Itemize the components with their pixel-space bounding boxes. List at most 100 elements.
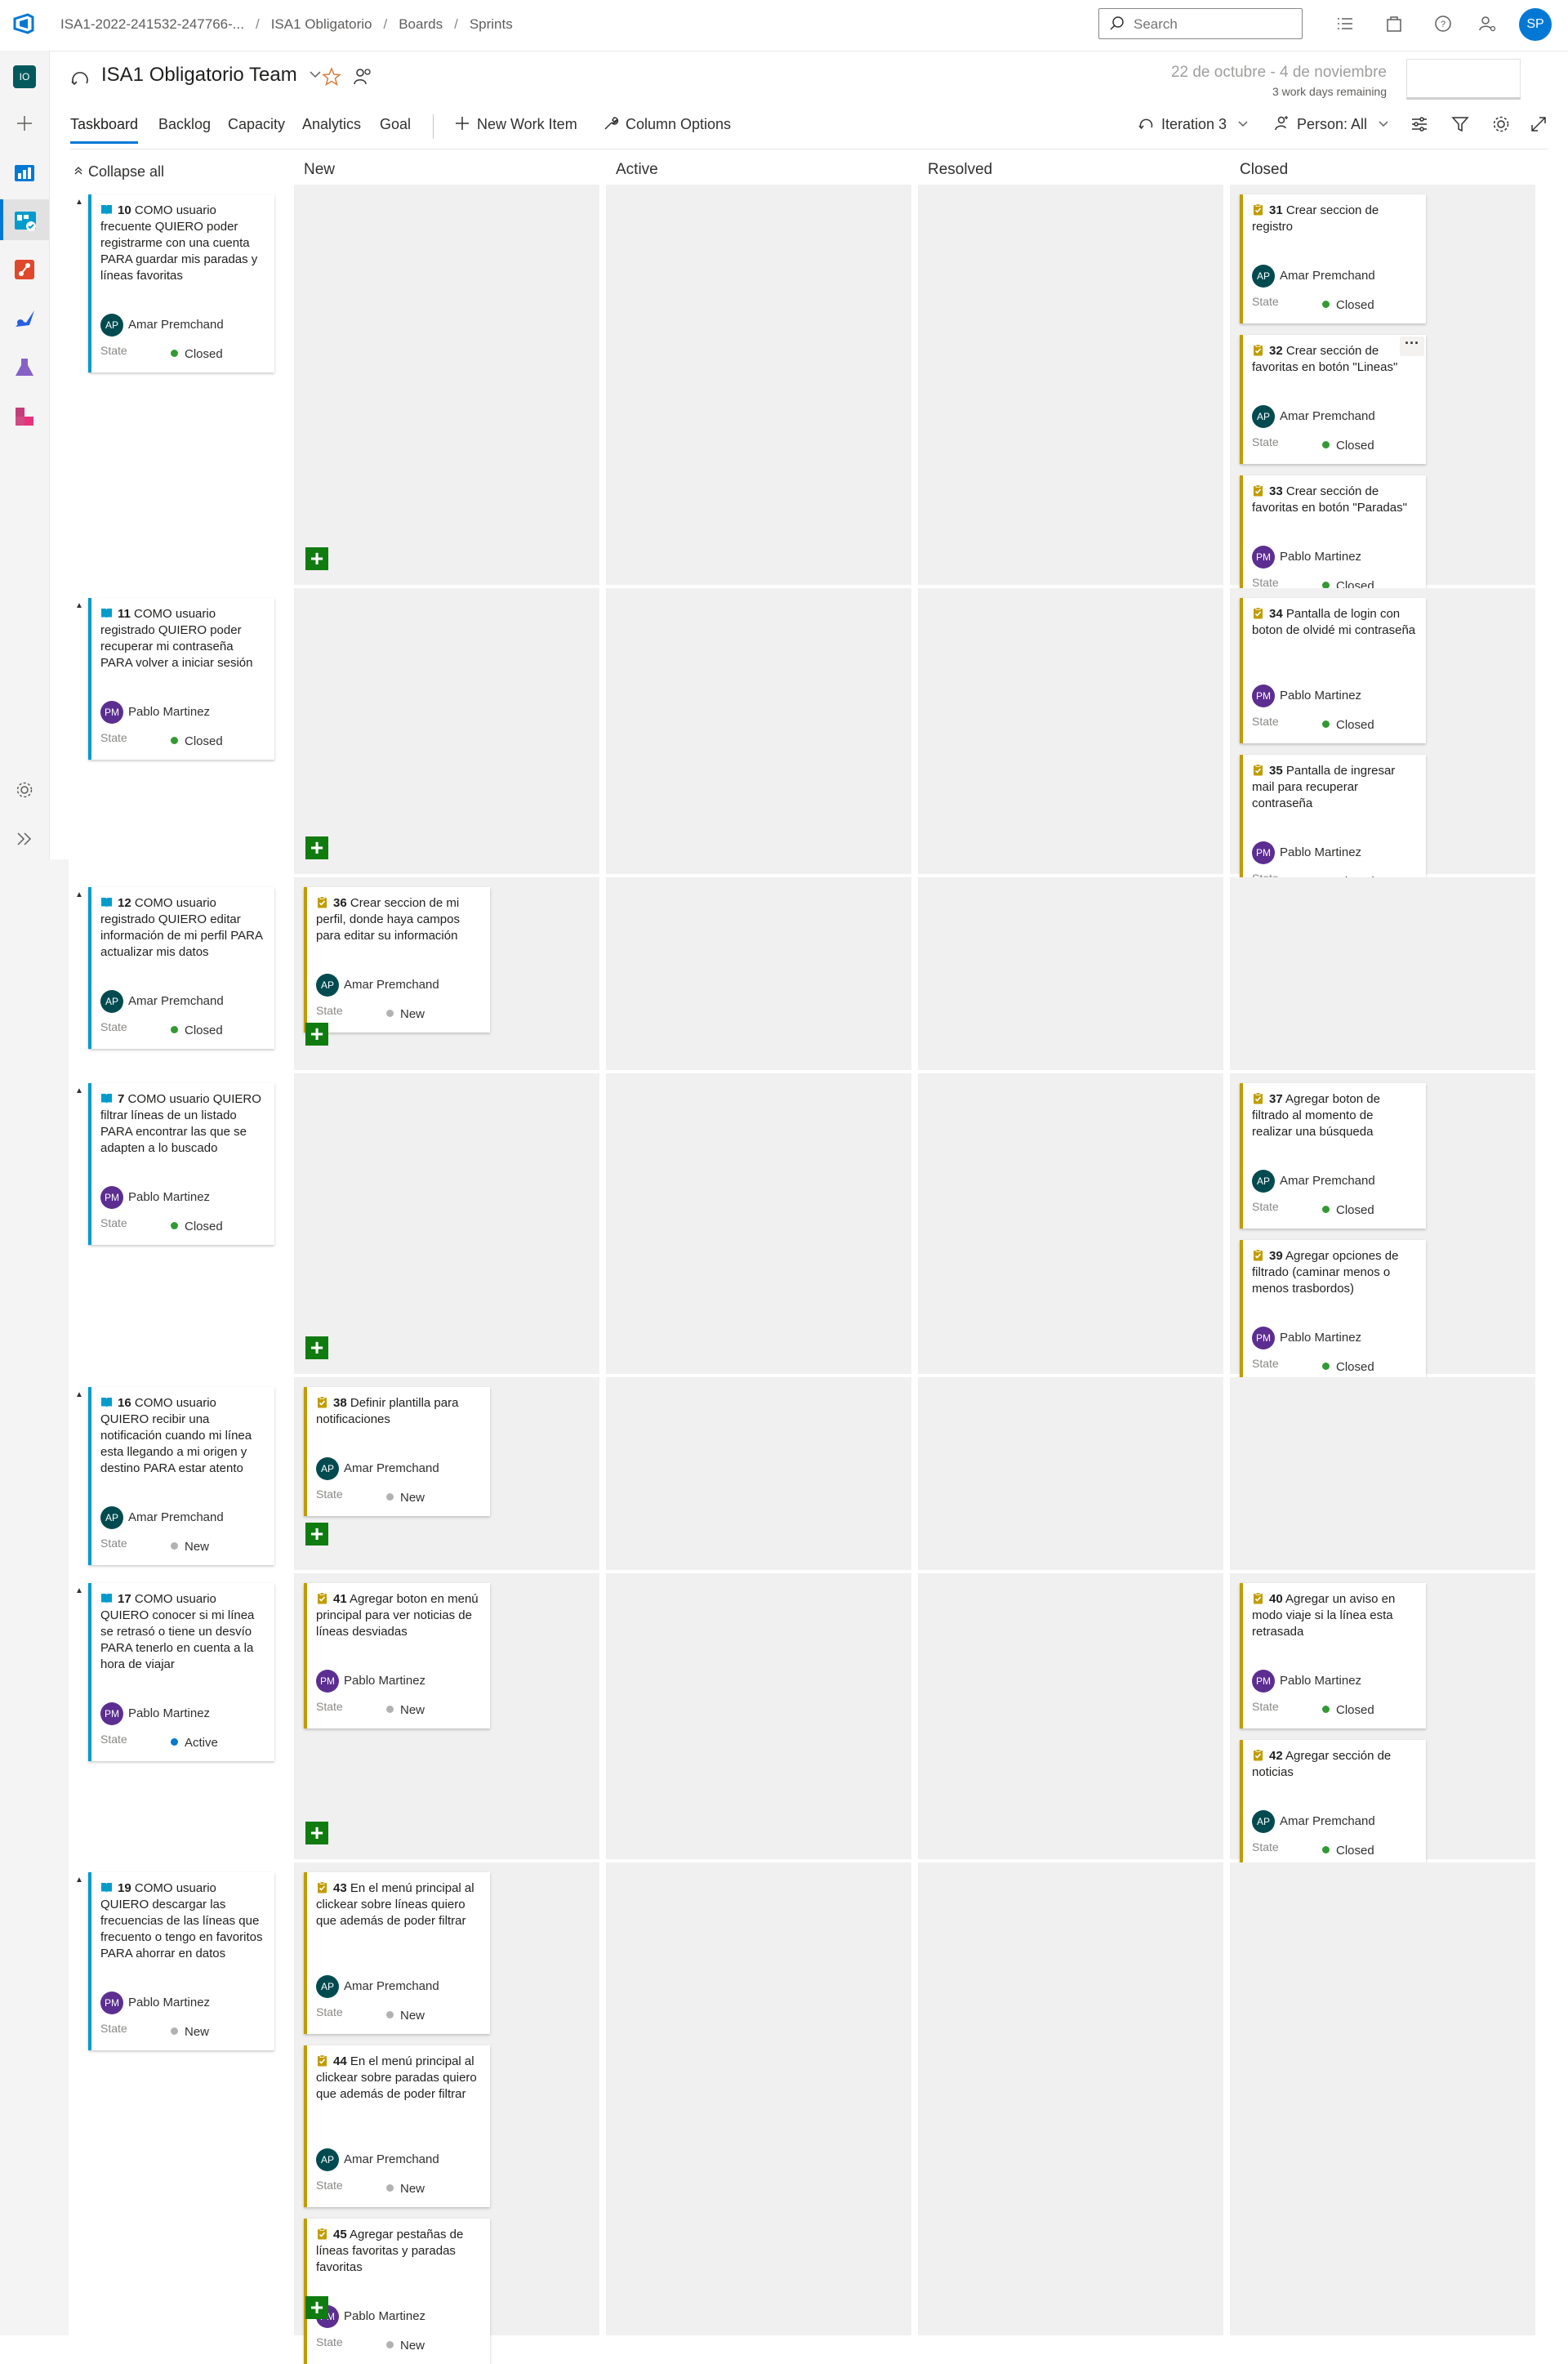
card-state[interactable]: Closed (171, 347, 223, 361)
task-card[interactable]: 32 Crear sección de favoritas en botón "… (1240, 335, 1426, 464)
person-filter[interactable]: Person: All (1274, 115, 1389, 133)
task-card[interactable]: 41 Agregar boton en menú principal para … (304, 1583, 490, 1728)
nav-expand[interactable] (0, 818, 49, 859)
card-state[interactable]: Closed (1322, 1703, 1374, 1717)
row-collapse-caret[interactable]: ▲ (75, 1086, 83, 1095)
card-state[interactable]: Closed (171, 734, 223, 748)
card-assignee[interactable]: PMPablo Martinez (100, 1702, 210, 1725)
task-list-icon[interactable] (1334, 13, 1356, 34)
column-options-button[interactable]: Column Options (603, 115, 731, 133)
card-assignee[interactable]: AP Amar Premchand (1252, 1170, 1375, 1193)
card-state[interactable]: Active (171, 1736, 218, 1750)
card-state[interactable]: Closed (1322, 1844, 1374, 1858)
card-state[interactable]: New (386, 2339, 425, 2353)
row-collapse-caret[interactable]: ▲ (75, 1876, 83, 1885)
card-assignee[interactable]: AP Amar Premchand (100, 314, 224, 337)
user-settings-icon[interactable] (1477, 13, 1498, 34)
task-card[interactable]: 33 Crear sección de favoritas en botón "… (1240, 475, 1426, 604)
user-story-card[interactable]: 12 COMO usuario registrado QUIERO editar… (88, 887, 274, 1049)
tab-backlog[interactable]: Backlog (158, 116, 211, 133)
card-state[interactable]: New (171, 1540, 209, 1554)
task-card[interactable]: 31 Crear seccion de registro AP Amar Premc… (1240, 194, 1426, 323)
card-state[interactable]: Closed (1322, 1360, 1374, 1374)
nav-project[interactable]: IO (0, 54, 49, 95)
nav-artifacts[interactable] (0, 395, 49, 436)
card-assignee[interactable]: AP Amar Premchand (1252, 1810, 1375, 1833)
tab-analytics[interactable]: Analytics (302, 116, 361, 133)
new-work-item-button[interactable]: New Work Item (454, 115, 577, 133)
row-collapse-caret[interactable]: ▲ (75, 1586, 83, 1595)
user-avatar[interactable]: SP (1519, 8, 1552, 41)
breadcrumb-organization[interactable]: ISA1-2022-241532-247766-... (60, 16, 244, 32)
tab-taskboard[interactable]: Taskboard (70, 116, 139, 144)
row-collapse-caret[interactable]: ▲ (75, 1390, 83, 1399)
nav-pipelines[interactable] (0, 297, 49, 338)
card-state[interactable]: Closed (1322, 1203, 1374, 1217)
filter-icon[interactable] (1450, 114, 1470, 134)
user-story-card[interactable]: 10 COMO usuario frecuente QUIERO poder r… (88, 194, 274, 372)
nav-boards[interactable] (0, 199, 49, 240)
row-collapse-caret[interactable]: ▲ (75, 890, 83, 899)
card-assignee[interactable]: PMPablo Martinez (316, 2305, 425, 2328)
nav-project-settings[interactable] (0, 769, 49, 810)
work-item-title[interactable]: COMO usuario QUIERO filtrar líneas de un… (100, 1092, 261, 1155)
card-assignee[interactable]: PMPablo Martinez (100, 701, 210, 724)
nav-test-plans[interactable] (0, 346, 49, 387)
add-task-button[interactable]: + (305, 1822, 328, 1844)
card-assignee[interactable]: PMPablo Martinez (316, 1670, 425, 1693)
card-state[interactable]: Closed (171, 1220, 223, 1233)
task-card[interactable]: 45 Agregar pestañas de líneas favoritas … (304, 2219, 490, 2364)
card-assignee[interactable]: PMPablo Martinez (100, 1186, 210, 1209)
card-state[interactable]: New (386, 2009, 425, 2023)
iteration-picker[interactable]: Iteration 3 (1138, 115, 1249, 133)
card-state[interactable]: New (386, 1703, 425, 1717)
user-story-card[interactable]: 19 COMO usuario QUIERO descargar las fre… (88, 1872, 274, 2050)
team-selector[interactable]: ISA1 Obligatorio Team (101, 64, 322, 87)
add-task-button[interactable]: + (305, 1023, 328, 1046)
task-card[interactable]: 43 En el menú principal al clickear sobr… (304, 1872, 490, 2034)
task-card[interactable]: 39 Agregar opciones de filtrado (caminar… (1240, 1240, 1426, 1385)
search-box[interactable] (1098, 8, 1303, 39)
collapse-all-button[interactable]: Collapse all (74, 163, 164, 181)
shopping-bag-icon[interactable] (1383, 13, 1405, 34)
breadcrumb-sprints[interactable]: Sprints (470, 16, 513, 32)
help-icon[interactable]: ? (1432, 13, 1454, 34)
card-assignee[interactable]: AP Amar Premchand (316, 1975, 439, 1998)
card-assignee[interactable]: AP Amar Premchand (316, 2148, 439, 2171)
card-assignee[interactable]: PMPablo Martinez (1252, 1327, 1361, 1349)
user-story-card[interactable]: 16 COMO usuario QUIERO recibir una notif… (88, 1387, 274, 1565)
more-actions-button[interactable]: ··· (1400, 336, 1424, 356)
nav-repos[interactable] (0, 248, 49, 289)
card-assignee[interactable]: AP Amar Premchand (100, 1506, 224, 1529)
tab-capacity[interactable]: Capacity (228, 116, 285, 133)
card-state[interactable]: New (171, 2025, 209, 2039)
task-card[interactable]: 44 En el menú principal al clickear sobr… (304, 2045, 490, 2207)
card-state[interactable]: New (386, 1491, 425, 1505)
view-options-icon[interactable] (1410, 114, 1429, 134)
card-assignee[interactable]: PMPablo Martinez (1252, 1670, 1361, 1693)
user-story-card[interactable]: 11 COMO usuario registrado QUIERO poder … (88, 598, 274, 760)
add-task-button[interactable]: + (305, 547, 328, 570)
task-card[interactable]: 38 Definir plantilla para notificaciones… (304, 1387, 490, 1516)
card-assignee[interactable]: AP Amar Premchand (1252, 265, 1375, 288)
task-card[interactable]: 34 Pantalla de login con boton de olvidé… (1240, 598, 1426, 743)
card-assignee[interactable]: PMPablo Martinez (1252, 685, 1361, 707)
row-collapse-caret[interactable]: ▲ (75, 601, 83, 610)
add-task-button[interactable]: + (305, 1336, 328, 1359)
card-assignee[interactable]: PMPablo Martinez (100, 1992, 210, 2014)
nav-new[interactable] (0, 103, 49, 144)
card-assignee[interactable]: AP Amar Premchand (1252, 405, 1375, 428)
nav-overview[interactable] (0, 152, 49, 193)
card-assignee[interactable]: PMPablo Martinez (1252, 546, 1361, 569)
card-assignee[interactable]: PMPablo Martinez (1252, 841, 1361, 864)
card-state[interactable]: Closed (1322, 439, 1374, 453)
card-assignee[interactable]: AP Amar Premchand (316, 974, 439, 997)
sprint-burndown-mini[interactable] (1406, 59, 1521, 100)
task-card[interactable]: 42 Agregar sección de noticias AP Amar Pre… (1240, 1740, 1426, 1869)
card-state[interactable]: New (386, 1007, 425, 1021)
card-state[interactable]: New (386, 2182, 425, 2196)
task-card[interactable]: 37 Agregar boton de filtrado al momento … (1240, 1083, 1426, 1229)
user-story-card[interactable]: 7 COMO usuario QUIERO filtrar líneas de … (88, 1083, 274, 1245)
card-assignee[interactable]: AP Amar Premchand (316, 1457, 439, 1480)
breadcrumb-boards[interactable]: Boards (399, 16, 443, 32)
